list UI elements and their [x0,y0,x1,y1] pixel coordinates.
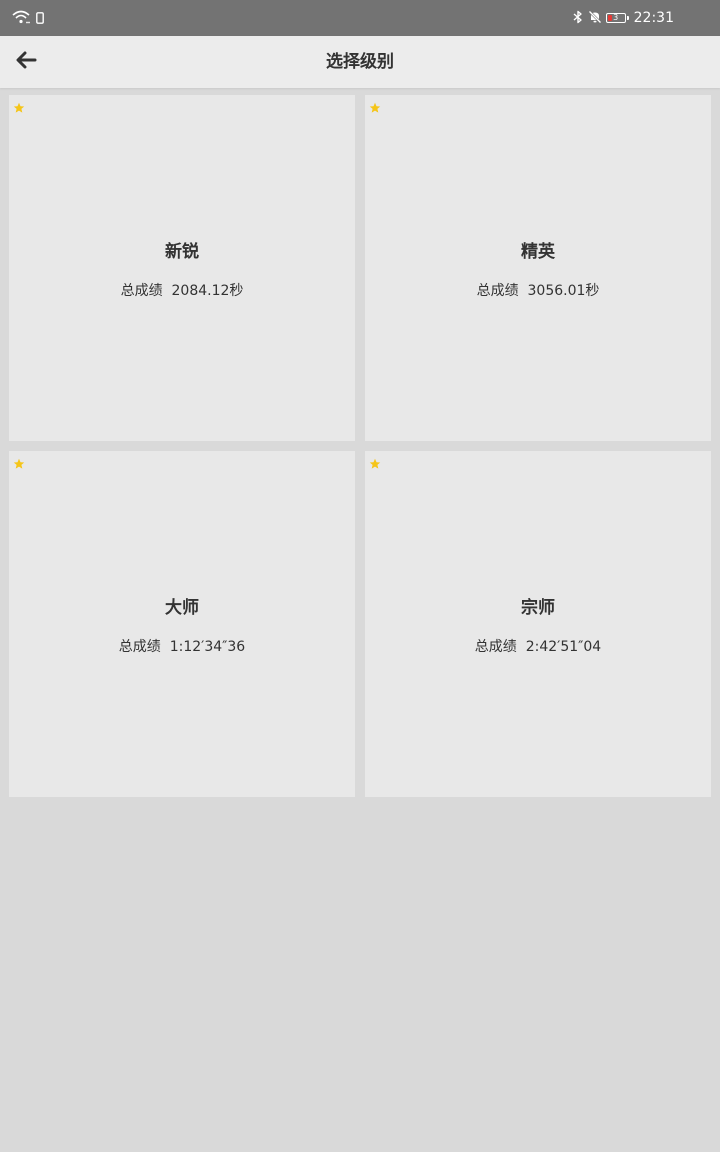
score-label: 总成绩 [118,638,161,655]
app-bar: 选择级别 [0,36,720,88]
wifi-icon [12,9,30,28]
bell-muted-icon [588,9,602,28]
status-time: 22:31 [633,10,674,26]
level-card-dashi[interactable]: 大师 总成绩 1:12′34″36 [9,451,355,797]
bluetooth-icon [572,9,584,28]
level-title: 精英 [521,241,555,262]
phone-icon [36,9,44,28]
level-score: 总成绩 3056.01秒 [477,280,600,300]
battery-icon: 3 [605,13,629,23]
level-score: 总成绩 1:12′34″36 [119,636,245,656]
level-title: 大师 [165,597,199,618]
card-content: 新锐 总成绩 2084.12秒 [9,95,355,441]
score-value: 2:42′51″04 [525,638,602,655]
score-label: 总成绩 [120,282,163,299]
level-card-jingying[interactable]: 精英 总成绩 3056.01秒 [365,95,711,441]
card-content: 大师 总成绩 1:12′34″36 [9,451,355,797]
score-value: 1:12′34″36 [169,638,246,655]
level-card-xinrui[interactable]: 新锐 总成绩 2084.12秒 [9,95,355,441]
status-bar: 3 22:31 [0,0,720,36]
page-title: 选择级别 [326,52,394,72]
level-score: 总成绩 2084.12秒 [121,280,244,300]
score-value: 2084.12秒 [171,282,244,299]
score-value: 3056.01秒 [527,282,600,299]
level-score: 总成绩 2:42′51″04 [475,636,601,656]
score-label: 总成绩 [476,282,519,299]
card-content: 宗师 总成绩 2:42′51″04 [365,451,711,797]
level-title: 宗师 [521,597,555,618]
level-grid: 新锐 总成绩 2084.12秒 精英 总成绩 3056.01秒 大师 总成绩 1… [9,95,711,797]
card-content: 精英 总成绩 3056.01秒 [365,95,711,441]
level-title: 新锐 [165,241,199,262]
status-right-icons: 3 22:31 [572,0,674,36]
battery-level: 3 [613,13,619,22]
level-card-zongshi[interactable]: 宗师 总成绩 2:42′51″04 [365,451,711,797]
status-left-icons [12,0,44,36]
score-label: 总成绩 [474,638,517,655]
